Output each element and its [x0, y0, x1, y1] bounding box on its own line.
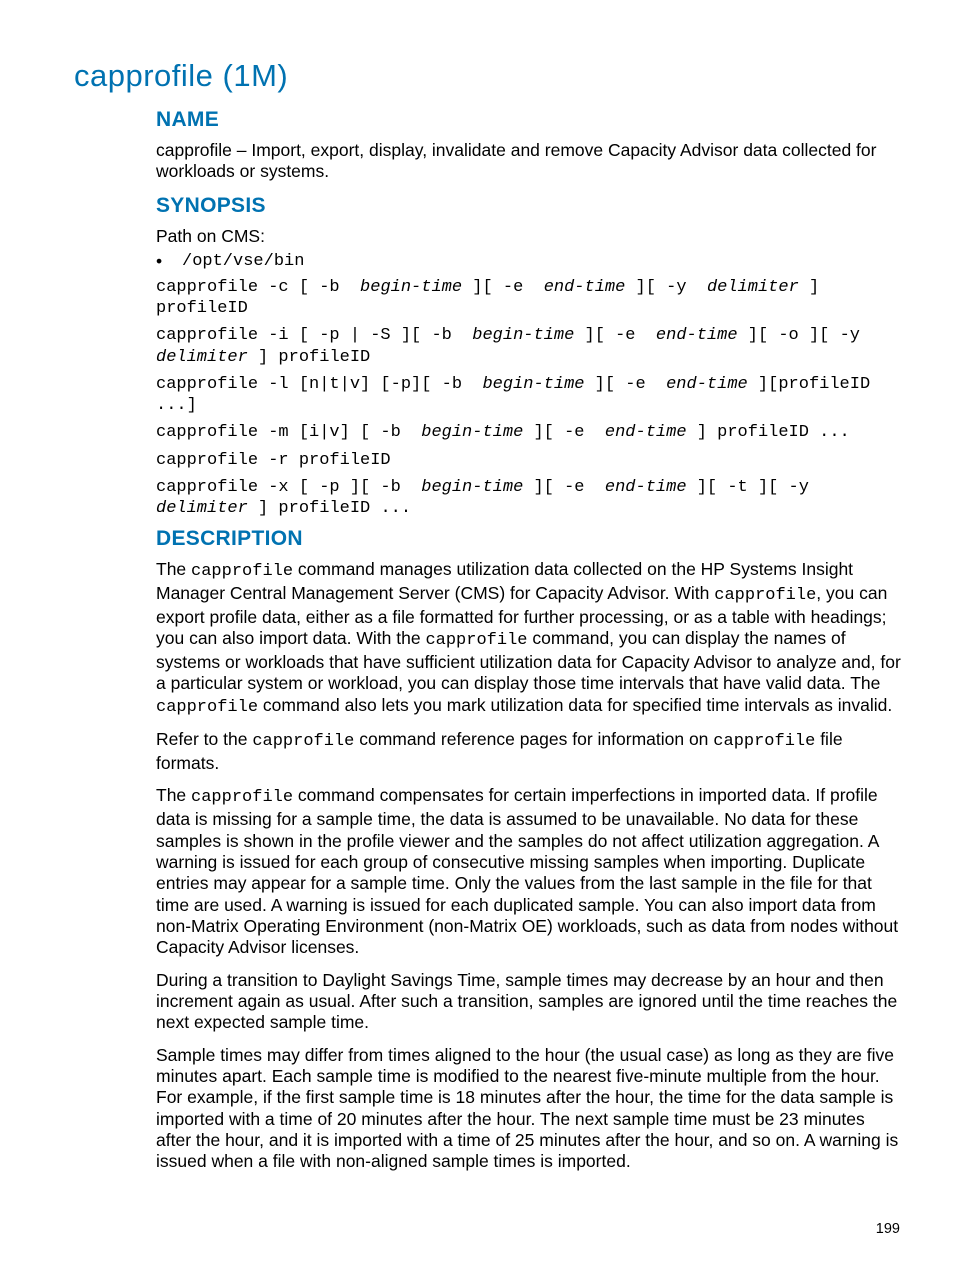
description-paragraph: The capprofile command manages utilizati…	[156, 559, 902, 718]
bullet-icon: •	[156, 251, 182, 273]
name-text: capprofile – Import, export, display, in…	[156, 140, 902, 183]
page-title: capprofile (1M)	[74, 58, 902, 94]
synopsis-line: capprofile -r profileID	[156, 450, 902, 471]
description-paragraph: The capprofile command compensates for c…	[156, 785, 902, 958]
synopsis-line: capprofile -l [n|t|v] [-p][ -b begin-tim…	[156, 374, 902, 417]
synopsis-line: capprofile -i [ -p | -S ][ -b begin-time…	[156, 325, 902, 368]
heading-synopsis: SYNOPSIS	[156, 194, 902, 218]
page-number: 199	[876, 1221, 900, 1237]
description-paragraph: Refer to the capprofile command referenc…	[156, 729, 902, 774]
description-paragraph: Sample times may differ from times align…	[156, 1045, 902, 1173]
synopsis-line: capprofile -x [ -p ][ -b begin-time ][ -…	[156, 477, 902, 520]
page-container: capprofile (1M) NAME capprofile – Import…	[0, 0, 954, 1271]
synopsis-path-label: Path on CMS:	[156, 226, 902, 247]
heading-name: NAME	[156, 108, 902, 132]
synopsis-path-bullet: • /opt/vse/bin	[156, 251, 902, 273]
synopsis-line: capprofile -c [ -b begin-time ][ -e end-…	[156, 277, 902, 320]
heading-description: DESCRIPTION	[156, 527, 902, 551]
synopsis-line: capprofile -m [i|v] [ -b begin-time ][ -…	[156, 422, 902, 443]
content-block: NAME capprofile – Import, export, displa…	[156, 108, 902, 1173]
description-paragraph: During a transition to Daylight Savings …	[156, 970, 902, 1034]
synopsis-path-value: /opt/vse/bin	[182, 251, 304, 272]
